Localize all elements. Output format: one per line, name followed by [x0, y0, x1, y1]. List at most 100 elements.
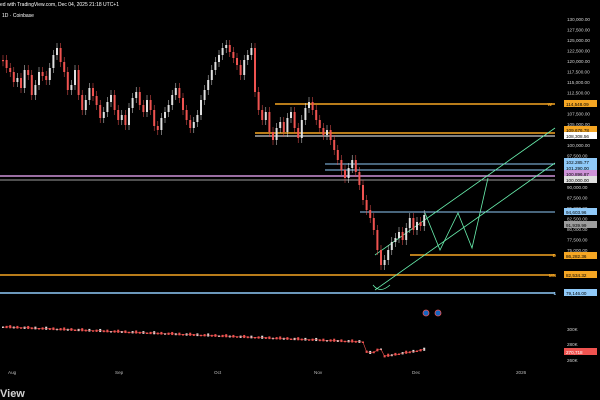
price-axis-label: 82,500.00: [567, 217, 588, 222]
candle-body: [45, 76, 48, 80]
candle-body: [174, 88, 177, 95]
candle-body: [142, 105, 145, 112]
price-axis-label: 100,000.00: [567, 143, 590, 148]
price-axis-label: 90,000.00: [567, 185, 588, 190]
price-axis-label: 120,000.00: [567, 59, 590, 64]
candle-body: [74, 70, 76, 85]
price-tag: 79,146.00: [564, 289, 597, 296]
price-tag: 100,000.00: [564, 176, 597, 183]
chart-header: ed with TradingView.com, Dec 04, 2025 21…: [0, 0, 560, 19]
candle-body: [264, 112, 267, 120]
candle-body: [171, 95, 174, 105]
level-label-1: 1: [553, 291, 556, 296]
time-axis-label: Sep: [115, 370, 124, 375]
candle-body: [243, 60, 246, 75]
candle-body: [164, 112, 166, 118]
candle-body: [20, 78, 22, 88]
candle-body: [146, 100, 148, 112]
candle-body: [56, 48, 58, 55]
candle-body: [408, 218, 411, 228]
price-tag: 102,285.77: [564, 158, 597, 165]
candle-body: [23, 70, 26, 88]
price-tag: 270,718: [564, 348, 597, 355]
price-tag: 114,548.09: [564, 100, 597, 107]
candle-body: [110, 95, 112, 102]
published-note: ed with TradingView.com, Dec 04, 2025 21…: [0, 2, 120, 8]
time-axis[interactable]: Aug Sep Oct Nov Dec 2026: [8, 370, 527, 375]
candlestick-series: [2, 40, 426, 270]
candle-body: [207, 80, 210, 90]
time-axis-label: Nov: [314, 370, 323, 375]
channel-lower-line[interactable]: [374, 162, 556, 291]
candle-body: [380, 250, 382, 265]
candle-body: [275, 128, 278, 140]
candle-body: [336, 150, 339, 160]
price-axis-label: 87,500.00: [567, 196, 588, 201]
candle-body: [88, 88, 91, 100]
candle-body: [246, 55, 249, 60]
candle-body: [189, 120, 192, 128]
candle-body: [200, 100, 202, 115]
price-axis-label: 97,500.00: [567, 154, 588, 159]
candle-body: [113, 95, 116, 110]
candle-body: [16, 78, 19, 82]
price-tag: 100,896.87: [564, 170, 597, 177]
candle-body: [48, 68, 51, 80]
candle-body: [254, 48, 256, 92]
price-chart[interactable]: W D MN 1 130,000.00 127,500.00 125,000.00 1…: [0, 0, 600, 400]
candle-body: [304, 108, 307, 120]
candle-body: [149, 100, 152, 110]
projection-path[interactable]: [424, 177, 489, 251]
candle-body: [120, 115, 123, 120]
candle-body: [214, 62, 217, 70]
candle-body: [358, 172, 361, 185]
candle-body: [38, 72, 40, 85]
candle-body: [257, 92, 260, 110]
candle-body: [272, 132, 274, 140]
candle-body: [138, 92, 141, 105]
price-tag: 109,676.78: [564, 126, 597, 133]
candle-body: [160, 118, 163, 130]
candle-body: [308, 102, 310, 108]
symbol-title[interactable]: 1D · Coinbase: [2, 13, 34, 19]
candle-body: [362, 185, 364, 200]
price-axis-label: 122,500.00: [567, 49, 590, 54]
candle-body: [192, 122, 195, 128]
candle-body: [52, 55, 55, 68]
candle-body: [12, 72, 15, 82]
candle-body: [92, 88, 94, 96]
candle-body: [221, 48, 224, 55]
candle-body: [225, 45, 228, 48]
candle-body: [99, 105, 102, 118]
level-label-d: D: [553, 253, 557, 258]
candle-body: [333, 140, 336, 150]
price-tag-text: 114,548.09: [566, 102, 589, 107]
price-axis-label: 125,000.00: [567, 38, 590, 43]
time-axis-label: Aug: [8, 370, 17, 375]
candle-body: [315, 110, 318, 120]
time-axis-label: Dec: [412, 370, 421, 375]
price-tag: 101,290.00: [564, 164, 597, 171]
price-tag-text: 91,939.99: [566, 223, 587, 228]
volume-series: [2, 325, 426, 358]
candle-body: [228, 45, 231, 52]
candle-body: [365, 200, 368, 210]
candle-body: [351, 160, 354, 168]
candle-body: [326, 130, 328, 135]
tradingview-logo: View: [0, 388, 25, 400]
price-tags: 114,548.09 109,676.78108,308.56 102,285.77…: [564, 100, 597, 355]
event-marker-2[interactable]: [434, 309, 442, 317]
candle-body: [376, 230, 379, 250]
event-marker-1[interactable]: [422, 309, 430, 317]
candle-body: [30, 75, 33, 95]
candle-body: [9, 68, 12, 72]
candle-body: [59, 48, 62, 62]
candle-body: [81, 95, 84, 110]
volume-axis[interactable]: 300K 280K 260K: [567, 327, 579, 363]
candle-body: [27, 70, 30, 75]
price-tag-text: 94,603.96: [566, 210, 587, 215]
candle-body: [102, 112, 105, 118]
candle-body: [66, 72, 69, 90]
candle-body: [419, 222, 422, 226]
price-axis-label: 130,000.00: [567, 17, 590, 22]
